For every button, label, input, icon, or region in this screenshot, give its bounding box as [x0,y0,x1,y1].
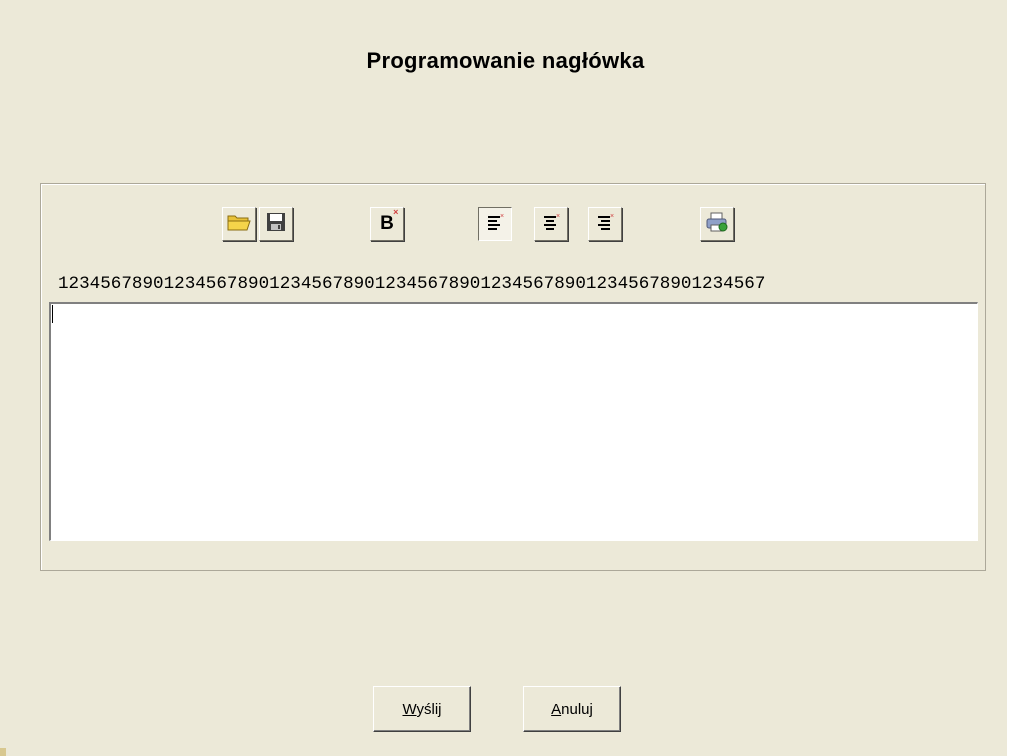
bold-button[interactable]: B × [370,207,404,241]
cancel-mnemonic: A [551,700,562,718]
folder-open-icon [227,212,251,237]
svg-text:×: × [500,213,504,220]
bold-icon: B × [380,207,399,234]
formatting-toolbar: B × × × × [41,207,987,243]
dialog-title: Programowanie nagłówka [366,48,645,73]
dialog-window: Programowanie nagłówka B × × × × 1234567… [0,0,1011,756]
cancel-button-label: Anuluj [551,701,593,718]
window-edge [1007,0,1011,756]
bold-icon-label: B [380,213,394,234]
text-caret [52,305,53,323]
header-text-area[interactable] [49,302,978,541]
send-button-label: Wyślij [402,701,441,718]
align-left-button[interactable]: × [478,207,512,241]
send-button[interactable]: Wyślij [373,686,471,732]
align-right-icon: × [595,212,615,237]
save-button[interactable] [259,207,293,241]
align-left-icon: × [485,212,505,237]
header-editor-group: B × × × × 123456789012345678901234567890… [40,183,986,571]
align-center-icon: × [541,212,561,237]
status-corner-mark [0,748,6,756]
align-right-button[interactable]: × [588,207,622,241]
svg-text:×: × [556,213,560,220]
floppy-disk-icon [265,211,287,238]
header-text-area-wrap [49,302,978,541]
open-button[interactable] [222,207,256,241]
cancel-button[interactable]: Anuluj [523,686,621,732]
column-ruler: 1234567890123456789012345678901234567890… [58,274,766,294]
print-button[interactable] [700,207,734,241]
send-mnemonic: W [402,700,417,718]
align-center-button[interactable]: × [534,207,568,241]
svg-text:×: × [610,213,614,220]
printer-icon [705,211,729,238]
send-label-rest: yślij [416,700,442,718]
cancel-label-rest: nuluj [561,700,593,718]
